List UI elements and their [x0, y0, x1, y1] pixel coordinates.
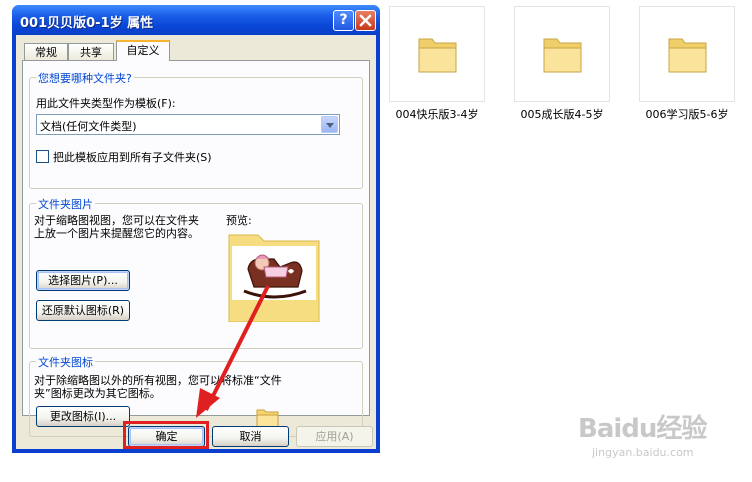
preview-label: 预览:	[226, 214, 252, 227]
folder-label[interactable]: 006学习版5-6岁	[627, 106, 747, 122]
group-legend: 文件夹图标	[36, 354, 95, 370]
group-folder-type: 您想要哪种文件夹? 用此文件夹类型作为模板(F): 文档(任何文件类型) 把此模…	[29, 70, 363, 189]
apply-subfolders-label[interactable]: 把此模板应用到所有子文件夹(S)	[53, 149, 212, 165]
restore-default-icon-button[interactable]: 还原默认图标(R)	[36, 300, 130, 321]
close-button[interactable]	[355, 10, 376, 31]
apply-button[interactable]: 应用(A)	[296, 426, 373, 447]
folder-tile[interactable]	[389, 6, 485, 102]
folder-icon	[543, 38, 582, 73]
folder-icon	[668, 38, 707, 73]
help-button[interactable]: ?	[333, 10, 354, 31]
chevron-down-icon[interactable]	[321, 116, 338, 133]
picture-description-line2: 上放一个图片来提醒您它的内容。	[34, 227, 199, 240]
apply-subfolders-checkbox[interactable]	[36, 150, 49, 163]
template-select-value: 文档(任何文件类型)	[40, 120, 137, 133]
watermark: Baidu经验 jingyan.baidu.com	[578, 408, 707, 459]
tab-sharing[interactable]: 共享	[68, 43, 114, 61]
group-legend: 文件夹图片	[36, 196, 95, 212]
watermark-main: Baidu经验	[578, 414, 707, 444]
folder-icon	[418, 38, 457, 73]
ok-button-highlight	[123, 421, 209, 449]
folder-tile[interactable]	[514, 6, 610, 102]
folder-label[interactable]: 004快乐版3-4岁	[377, 106, 497, 122]
dialog-body: 常规 共享 自定义 您想要哪种文件夹? 用此文件夹类型作为模板(F): 文档(任…	[16, 35, 376, 449]
properties-dialog: 001贝贝版0-1岁 属性 ? 常规 共享 自定义 您想要哪种文件夹? 用此文件…	[12, 5, 380, 453]
folder-icon	[256, 409, 279, 428]
cancel-button[interactable]: 取消	[212, 426, 289, 447]
choose-picture-button[interactable]: 选择图片(P)...	[36, 270, 130, 291]
tab-customize[interactable]: 自定义	[116, 40, 170, 61]
template-label: 用此文件夹类型作为模板(F):	[36, 97, 176, 110]
folder-tile[interactable]	[639, 6, 735, 102]
dialog-title: 001贝贝版0-1岁 属性	[20, 16, 154, 31]
change-icon-button[interactable]: 更改图标(I)...	[36, 406, 130, 427]
tab-general[interactable]: 常规	[24, 43, 68, 61]
close-icon	[359, 14, 372, 27]
title-bar[interactable]: 001贝贝版0-1岁 属性 ?	[12, 5, 380, 35]
icon-description-line2: 夹”图标更改为其它图标。	[34, 387, 161, 400]
watermark-sub: jingyan.baidu.com	[592, 446, 694, 459]
tab-panel-customize: 您想要哪种文件夹? 用此文件夹类型作为模板(F): 文档(任何文件类型) 把此模…	[22, 60, 370, 437]
group-legend: 您想要哪种文件夹?	[36, 70, 134, 86]
group-folder-picture: 文件夹图片 对于缩略图视图，您可以在文件夹 上放一个图片来提醒您它的内容。 预览…	[29, 196, 363, 349]
folder-label[interactable]: 005成长版4-5岁	[502, 106, 622, 122]
folder-preview-image	[228, 234, 320, 322]
template-select[interactable]: 文档(任何文件类型)	[36, 114, 340, 135]
